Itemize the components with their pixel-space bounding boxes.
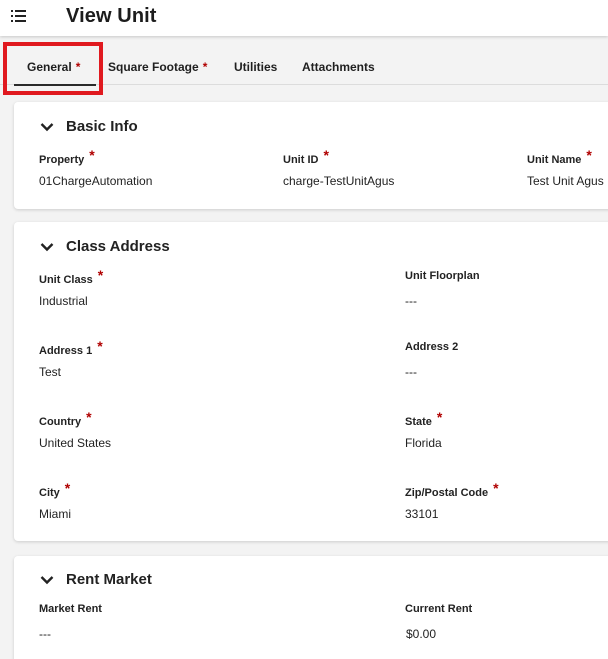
tab-general[interactable]: General * — [27, 60, 80, 74]
tab-general-label: General — [27, 60, 72, 74]
tab-square-footage[interactable]: Square Footage * — [108, 60, 207, 74]
field-label-zip-postal-code: Zip/Postal Code * — [405, 480, 499, 499]
required-indicator: * — [86, 409, 92, 425]
tab-bar: General * Square Footage * Utilities Attac… — [0, 36, 608, 86]
required-indicator: * — [97, 267, 104, 283]
tab-attachments-label: Attachments — [302, 60, 375, 74]
section-title: Rent Market — [66, 571, 152, 588]
field-label-address-1: Address 1 * — [39, 338, 103, 357]
required-indicator: * — [586, 147, 592, 163]
field-value-current-rent: $0.00 — [406, 627, 437, 641]
field-label-address-2: Address 2 — [405, 341, 459, 353]
field-label-unit-floorplan: Unit Floorplan — [405, 270, 480, 282]
tab-utilities-label: Utilities — [234, 60, 278, 74]
active-tab-indicator — [14, 84, 96, 86]
tab-attachments[interactable]: Attachments — [302, 60, 375, 74]
required-indicator: * — [436, 409, 443, 425]
hamburger-menu-icon[interactable] — [11, 10, 27, 24]
field-label-current-rent: Current Rent — [405, 603, 473, 615]
field-value-country: United States — [39, 436, 112, 450]
tab-utilities[interactable]: Utilities — [234, 60, 277, 74]
field-label-market-rent: Market Rent — [39, 603, 102, 615]
field-label-unit-name: Unit Name * — [527, 147, 592, 166]
field-value-market-rent: --- — [39, 627, 51, 641]
required-indicator: * — [75, 60, 81, 74]
section-title: Class Address — [66, 238, 170, 255]
field-value-address-1: Test — [39, 365, 62, 379]
page-title: View Unit — [66, 5, 157, 27]
required-indicator: * — [64, 480, 71, 496]
field-label-property: Property * — [39, 147, 95, 166]
class-address-card: Class Address Unit Class * Industrial Uni… — [14, 222, 608, 541]
field-value-state: Florida — [405, 436, 442, 450]
field-value-unit-name: Test Unit Agus — [527, 174, 604, 188]
required-indicator: * — [493, 480, 499, 496]
chevron-down-icon — [40, 243, 54, 252]
field-value-unit-class: Industrial — [39, 294, 88, 308]
field-value-property: 01ChargeAutomation — [39, 174, 153, 188]
field-label-unit-id: Unit ID * — [283, 147, 329, 166]
rent-market-card: Rent Market Market Rent --- Current Rent… — [14, 556, 608, 659]
field-label-country: Country * — [39, 409, 92, 428]
field-value-unit-id: charge-TestUnitAgus — [283, 174, 395, 188]
required-indicator: * — [323, 147, 329, 163]
required-indicator: * — [97, 338, 103, 354]
field-value-city: Miami — [39, 507, 71, 521]
field-value-unit-floorplan: --- — [405, 294, 417, 308]
field-value-zip-postal-code: 33101 — [405, 507, 439, 521]
required-indicator: * — [202, 60, 208, 74]
basic-info-card: Basic Info Property * 01ChargeAutomation … — [14, 102, 608, 209]
field-label-unit-class: Unit Class * — [39, 267, 104, 286]
required-indicator: * — [89, 147, 95, 163]
tab-square-footage-label: Square Footage — [108, 60, 199, 74]
chevron-down-icon — [40, 123, 54, 132]
section-title: Basic Info — [66, 118, 138, 135]
field-label-state: State * — [405, 409, 443, 428]
chevron-down-icon — [40, 576, 54, 585]
field-value-address-2: --- — [405, 365, 417, 379]
top-bar: View Unit — [0, 0, 608, 36]
field-label-city: City * — [39, 480, 71, 499]
